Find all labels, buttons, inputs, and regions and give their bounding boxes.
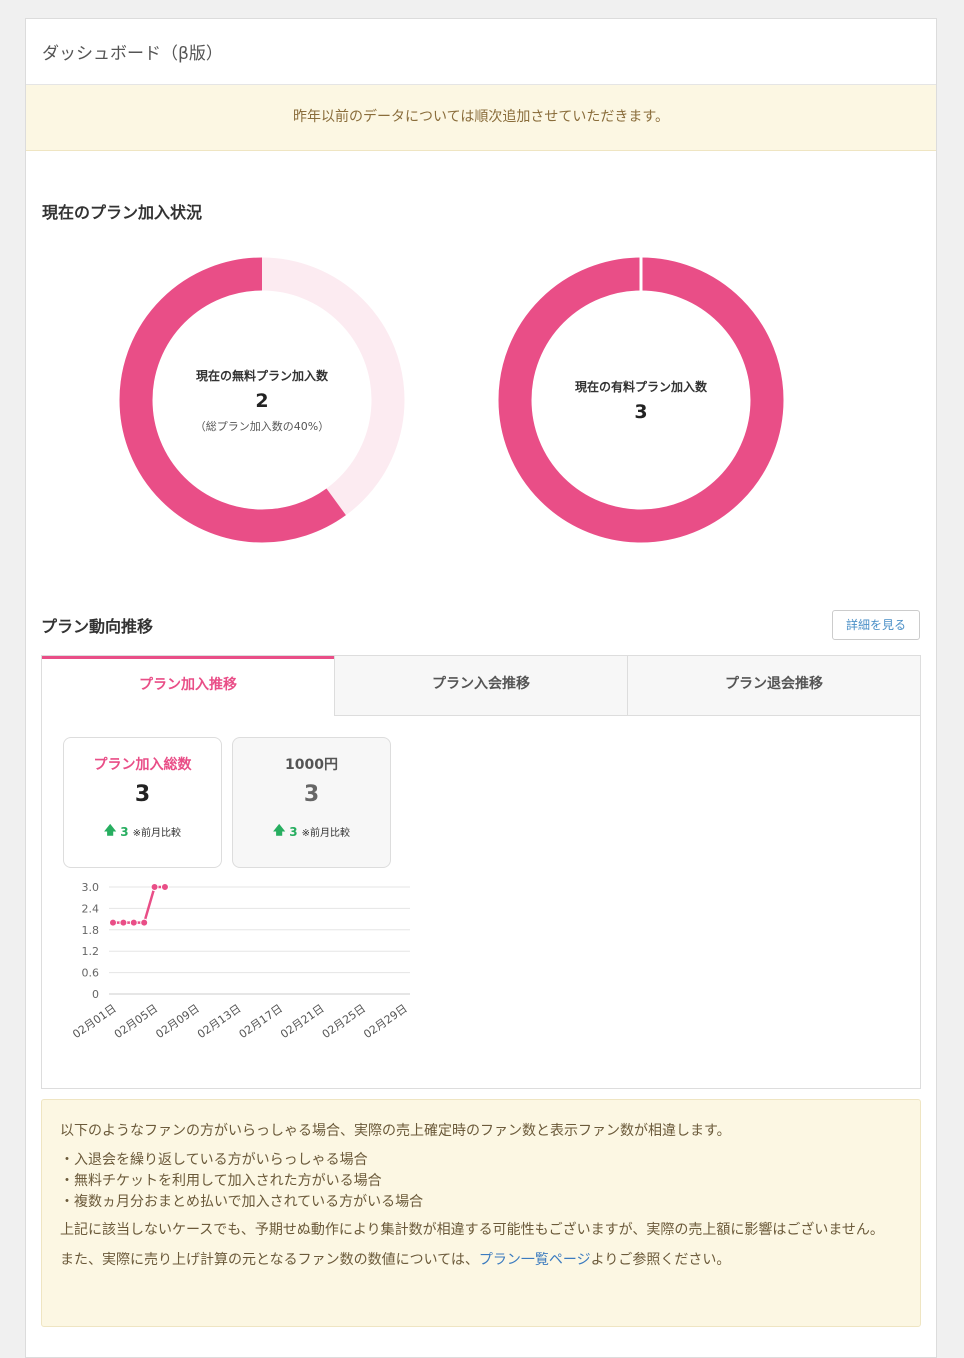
stat-card-note: ※前月比較	[132, 828, 182, 839]
info-list: ・入退会を繰り返している方がいらっしゃる場合 ・無料チケットを利用して加入された…	[60, 1150, 902, 1213]
info-reference: また、実際に売り上げ計算の元となるファン数の数値については、プラン一覧ページより…	[60, 1249, 902, 1271]
free-plan-ratio: （総プラン加入数の40%）	[194, 419, 330, 433]
info-box: 以下のようなファンの方がいらっしゃる場合、実際の売上確定時のファン数と表示ファン…	[41, 1099, 921, 1327]
chart-x-tick-label: 02月01日	[70, 1002, 118, 1041]
chart-y-tick-label: 2.4	[82, 902, 100, 915]
free-plan-count: 2	[255, 389, 269, 412]
page-title: ダッシュボード（β版）	[26, 19, 936, 85]
view-details-button[interactable]: 詳細を見る	[832, 610, 920, 640]
trends-panel: プラン加入推移 プラン入会推移 プラン退会推移 プラン加入総数 3 🡅 3 ※前…	[41, 655, 921, 1089]
tab-plan-subscriptions[interactable]: プラン加入推移	[42, 656, 334, 716]
stat-card-note: ※前月比較	[301, 828, 351, 839]
free-plan-label: 現在の無料プラン加入数	[195, 368, 328, 383]
info-list-item: ・無料チケットを利用して加入された方がいる場合	[60, 1173, 382, 1189]
chart-data-point	[129, 918, 138, 927]
info-list-item: ・入退会を繰り返している方がいらっしゃる場合	[60, 1152, 368, 1168]
chart-data-point	[150, 883, 159, 891]
chart-x-tick-label: 02月21日	[278, 1002, 326, 1041]
stat-card-delta: 3	[120, 824, 129, 839]
stat-card-title: 1000円	[285, 757, 338, 773]
chart-data-point	[140, 918, 149, 927]
info-disclaimer: 上記に該当しないケースでも、予期せぬ動作により集計数が相違する可能性もございます…	[60, 1222, 884, 1238]
dashboard-card: ダッシュボード（β版） 昨年以前のデータについては順次追加させていただきます。 …	[25, 18, 937, 1358]
chart-x-tick-label: 02月29日	[361, 1002, 409, 1041]
info-reference-prefix: また、実際に売り上げ計算の元となるファン数の数値については、	[60, 1252, 479, 1268]
chart-y-tick-label: 3.0	[82, 881, 100, 894]
chart-y-tick-label: 1.2	[82, 945, 100, 958]
total-subscriptions-card[interactable]: プラン加入総数 3 🡅 3 ※前月比較	[63, 737, 222, 868]
up-arrow-icon: 🡅	[103, 823, 117, 837]
stat-card-value: 3	[134, 782, 151, 807]
trends-title: プラン動向推移	[41, 617, 154, 636]
trend-tabs: プラン加入推移 プラン入会推移 プラン退会推移	[42, 656, 920, 716]
paid-plan-donut: 現在の有料プラン加入数 3	[496, 255, 786, 545]
info-intro: 以下のようなファンの方がいらっしゃる場合、実際の売上確定時のファン数と表示ファン…	[60, 1123, 731, 1139]
chart-data-point	[160, 883, 169, 891]
stat-card-title: プラン加入総数	[93, 757, 192, 773]
info-list-item: ・複数ヵ月分おまとめ払いで加入されている方がいる場合	[60, 1194, 424, 1210]
paid-plan-count: 3	[634, 400, 648, 423]
paid-plan-label: 現在の有料プラン加入数	[574, 379, 707, 394]
tab-plan-joins[interactable]: プラン入会推移	[334, 656, 627, 716]
chart-x-tick-label: 02月13日	[195, 1002, 243, 1041]
chart-y-tick-label: 0	[92, 988, 99, 1001]
chart-x-tick-label: 02月09日	[153, 1002, 201, 1041]
chart-x-tick-label: 02月25日	[320, 1002, 368, 1041]
chart-series-line	[113, 885, 165, 924]
chart-x-tick-label: 02月17日	[237, 1002, 285, 1041]
plan-1000-card[interactable]: 1000円 3 🡅 3 ※前月比較	[232, 737, 391, 868]
chart-y-tick-label: 1.8	[82, 924, 100, 937]
chart-data-point	[109, 918, 117, 927]
info-reference-suffix: よりご参照ください。	[590, 1252, 731, 1268]
plan-list-link[interactable]: プラン一覧ページ	[479, 1252, 591, 1268]
chart-data-point	[119, 918, 128, 927]
stat-card-value: 3	[303, 782, 320, 807]
free-plan-donut: 現在の無料プラン加入数 2 （総プラン加入数の40%）	[117, 255, 407, 545]
subscriptions-line-chart: 3.0 2.4 1.8 1.2 0.6 002月01日02月05日02月09日02月13日…	[70, 881, 410, 1041]
chart-y-tick-label: 0.6	[82, 967, 100, 980]
notice-banner: 昨年以前のデータについては順次追加させていただきます。	[26, 85, 936, 151]
stat-card-delta: 3	[289, 824, 298, 839]
plan-status-title: 現在のプラン加入状況	[42, 203, 203, 222]
chart-x-tick-label: 02月05日	[112, 1002, 160, 1041]
tab-plan-cancellations[interactable]: プラン退会推移	[627, 656, 920, 716]
up-arrow-icon: 🡅	[272, 823, 286, 837]
